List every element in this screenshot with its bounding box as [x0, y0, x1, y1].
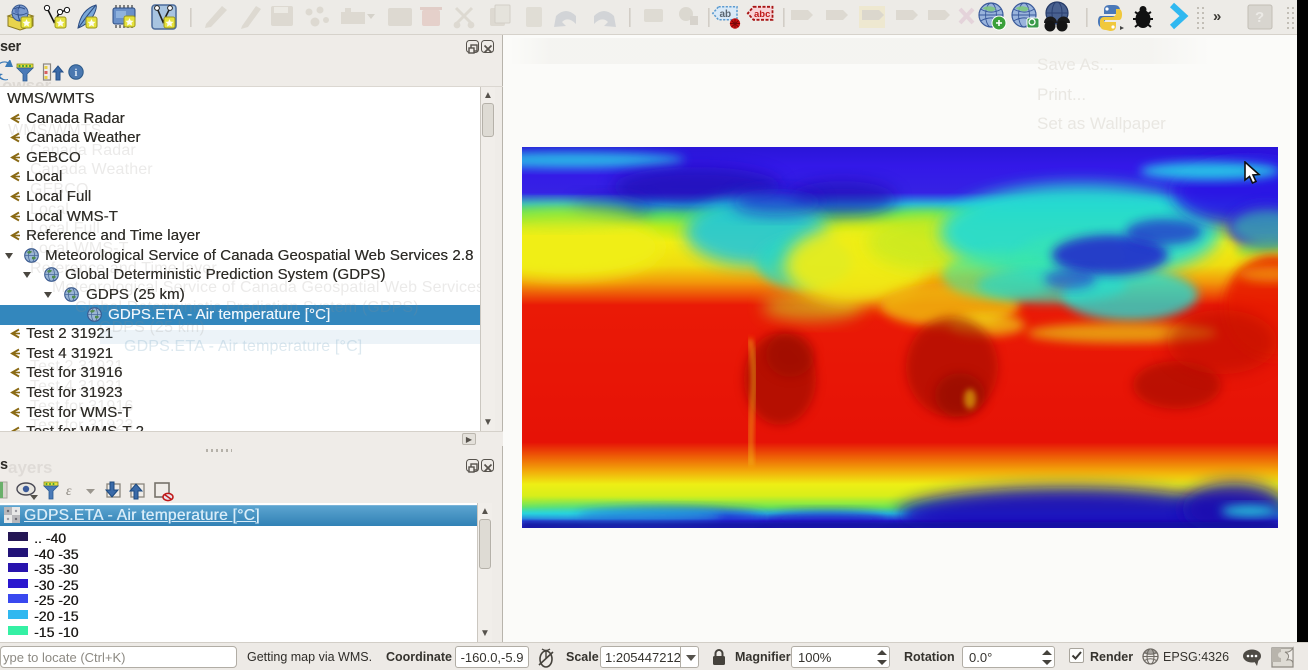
svg-text:ab: ab — [720, 9, 732, 20]
svg-text:»: » — [1213, 8, 1221, 25]
svg-text:ε: ε — [66, 484, 72, 499]
svg-text:?: ? — [1255, 9, 1264, 26]
svg-text:i: i — [75, 68, 78, 79]
svg-text:abc: abc — [754, 9, 770, 20]
